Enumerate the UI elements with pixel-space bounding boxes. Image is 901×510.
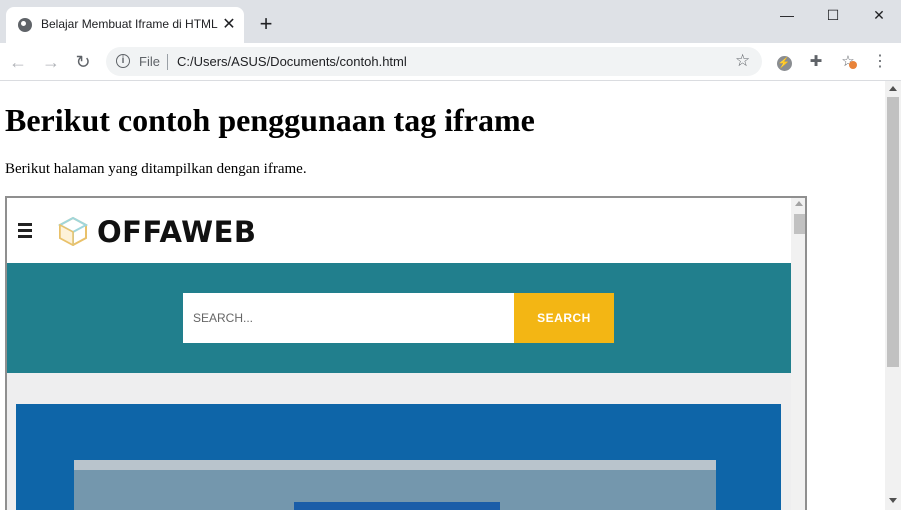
page-paragraph: Berikut halaman yang ditampilkan dengan … — [5, 161, 307, 177]
minimize-button[interactable]: — — [773, 4, 801, 26]
page-scroll-thumb[interactable] — [887, 97, 899, 367]
forward-button[interactable]: → — [40, 51, 62, 73]
image-block — [294, 502, 500, 510]
hamburger-icon[interactable] — [18, 223, 32, 238]
page-heading: Berikut contoh penggunaan tag iframe — [5, 102, 535, 138]
maximize-button[interactable]: ☐ — [819, 4, 847, 26]
featured-image[interactable] — [16, 404, 781, 510]
info-icon[interactable]: i — [116, 54, 130, 68]
image-screenshot-frame — [74, 460, 716, 510]
scheme-label: File — [139, 54, 160, 69]
site-logo-text[interactable]: OFFAWEB — [97, 215, 257, 249]
search-button[interactable]: SEARCH — [514, 293, 614, 343]
new-tab-button[interactable]: + — [256, 13, 276, 35]
back-button[interactable]: ← — [7, 51, 29, 73]
content-area — [7, 373, 791, 510]
extension-icon[interactable]: ⚡ — [774, 52, 794, 72]
browser-toolbar: ← → ↻ i File C:/Users/ASUS/Documents/con… — [0, 43, 901, 81]
omnibox-divider — [167, 54, 168, 70]
reload-button[interactable]: ↻ — [72, 51, 94, 73]
search-input[interactable] — [183, 293, 514, 343]
embedded-iframe[interactable]: OFFAWEB SEARCH — [5, 196, 807, 510]
title-bar: Belajar Membuat Iframe di HTML ✕ + — ☐ ✕ — [0, 0, 901, 43]
globe-icon — [18, 18, 32, 32]
browser-tab[interactable]: Belajar Membuat Iframe di HTML ✕ — [6, 7, 244, 43]
page-scrollbar[interactable] — [885, 81, 901, 510]
close-tab-icon[interactable]: ✕ — [220, 16, 238, 34]
iframe-site-header: OFFAWEB — [7, 198, 791, 263]
cube-logo-icon — [57, 216, 89, 246]
page-viewport: Berikut contoh penggunaan tag iframe Ber… — [0, 81, 885, 510]
puzzle-icon[interactable]: ✚ — [806, 52, 826, 72]
url-text[interactable]: C:/Users/ASUS/Documents/contoh.html — [177, 54, 407, 69]
bookmark-star-icon[interactable]: ☆ — [735, 51, 750, 71]
scroll-up-arrow-icon[interactable] — [889, 86, 897, 91]
iframe-scrollbar[interactable] — [791, 198, 805, 510]
address-bar[interactable]: i File C:/Users/ASUS/Documents/contoh.ht… — [106, 47, 762, 76]
tab-title: Belajar Membuat Iframe di HTML — [41, 17, 218, 31]
scroll-up-arrow-icon[interactable] — [795, 201, 803, 206]
iframe-scroll-thumb[interactable] — [794, 214, 805, 234]
image-topbar — [74, 460, 716, 470]
scroll-down-arrow-icon[interactable] — [889, 498, 897, 503]
close-window-button[interactable]: ✕ — [865, 4, 893, 26]
kebab-menu-icon[interactable]: ⋮ — [870, 52, 890, 72]
profile-star-icon[interactable]: ☆ — [838, 52, 858, 72]
search-band: SEARCH — [7, 263, 791, 373]
